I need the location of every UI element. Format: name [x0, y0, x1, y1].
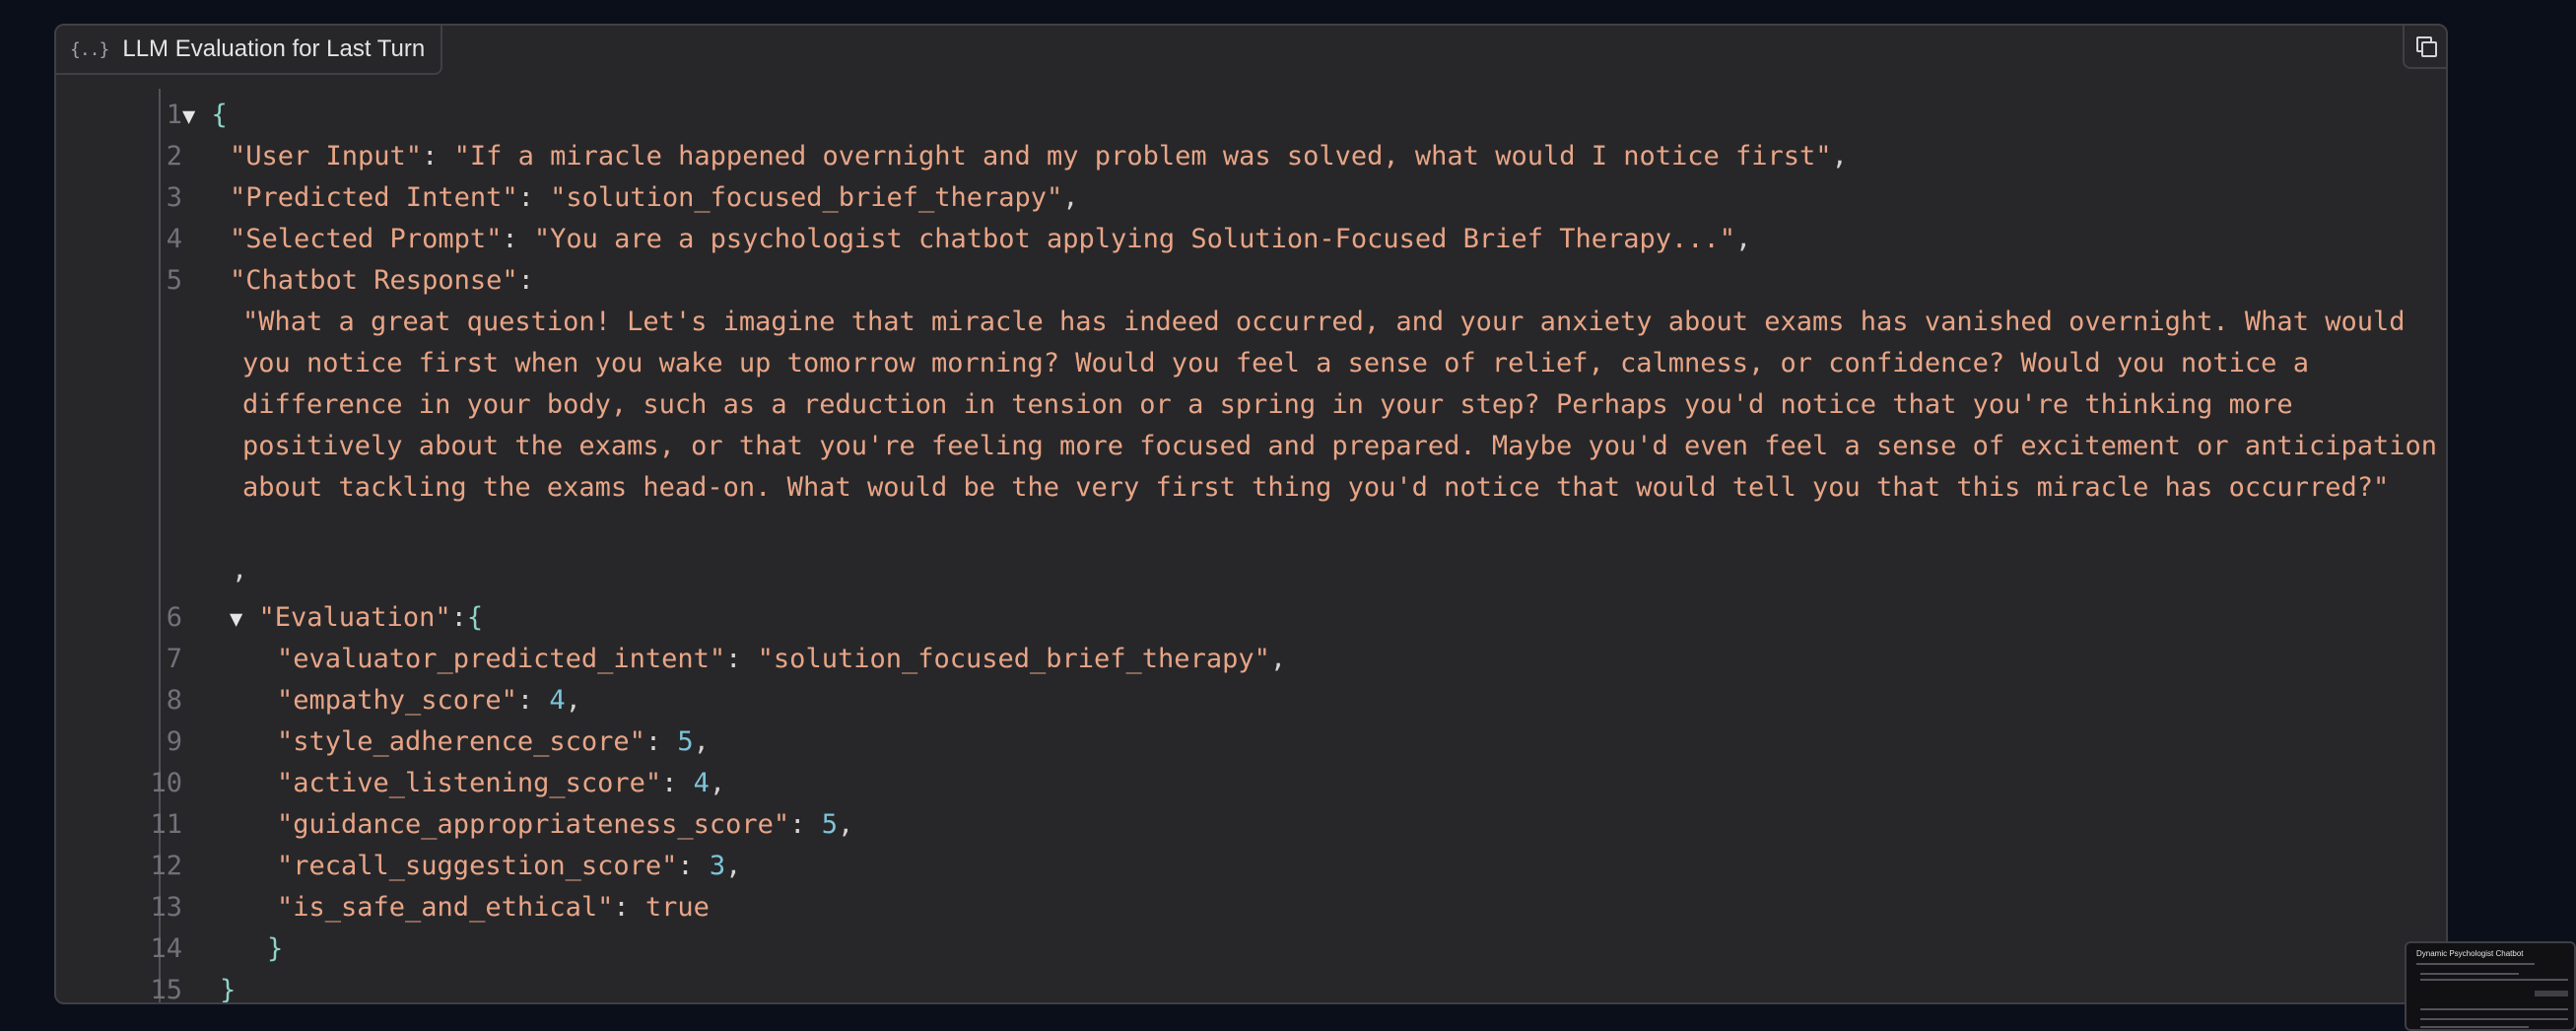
json-key: "Selected Prompt"	[230, 224, 503, 254]
json-string-value: "You are a psychologist chatbot applying…	[533, 224, 1736, 254]
root-close-brace: }	[220, 975, 237, 1004]
evaluation-entry: "guidance_appropriateness_score": 5,	[277, 809, 854, 840]
json-output-panel: {..} LLM Evaluation for Last Turn 1 2 3 …	[54, 24, 2448, 1004]
json-key: "is_safe_and_ethical"	[277, 892, 614, 923]
panel-label-text: LLM Evaluation for Last Turn	[122, 35, 426, 62]
evaluation-entry: "style_adherence_score": 5,	[277, 726, 710, 757]
trailing-comma: ,	[232, 555, 248, 585]
json-key: "empathy_score"	[277, 685, 517, 716]
line-number: 2	[166, 141, 182, 172]
line-number: 8	[166, 685, 182, 716]
line-number: 7	[166, 644, 182, 674]
json-root-open: ▼ {	[182, 95, 228, 138]
chatbot-response-key-line: "Chatbot Response":	[230, 265, 534, 296]
thumbnail-title: Dynamic Psychologist Chatbot	[2416, 949, 2524, 958]
json-boolean-value: true	[644, 892, 710, 923]
evaluation-entry: "recall_suggestion_score": 3,	[277, 851, 742, 881]
json-key: "User Input"	[230, 141, 423, 172]
selected-prompt-line: "Selected Prompt": "You are a psychologi…	[230, 224, 1752, 254]
line-number: 1	[166, 100, 182, 130]
line-number: 4	[166, 224, 182, 254]
json-number-value: 5	[677, 726, 694, 757]
json-key: "evaluator_predicted_intent"	[277, 644, 726, 674]
json-key: "Chatbot Response"	[230, 265, 518, 296]
json-key: "guidance_appropriateness_score"	[277, 809, 790, 840]
line-number: 11	[150, 809, 182, 840]
thumbnail-line	[2420, 979, 2568, 981]
line-number: 3	[166, 182, 182, 213]
predicted-intent-line: "Predicted Intent": "solution_focused_br…	[230, 182, 1079, 213]
line-number: 12	[150, 851, 182, 881]
collapse-toggle-root[interactable]: ▼	[182, 104, 195, 129]
copy-icon-front	[2421, 41, 2437, 57]
user-input-line: "User Input": "If a miracle happened ove…	[230, 141, 1848, 172]
open-brace: {	[211, 100, 228, 130]
panel-label: {..} LLM Evaluation for Last Turn	[56, 26, 443, 75]
thumbnail-button	[2535, 991, 2568, 997]
json-key: "Predicted Intent"	[230, 182, 518, 213]
json-key: "recall_suggestion_score"	[277, 851, 678, 881]
line-number: 6	[166, 602, 182, 633]
line-number: 13	[150, 892, 182, 923]
evaluation-close-brace: }	[267, 933, 284, 964]
thumbnail-line	[2420, 1008, 2568, 1010]
chatbot-response-value: "What a great question! Let's imagine th…	[242, 307, 2437, 503]
evaluation-entry: "evaluator_predicted_intent": "solution_…	[277, 644, 1287, 674]
copy-button[interactable]	[2403, 26, 2446, 69]
line-number: 15	[150, 975, 182, 1004]
json-icon: {..}	[70, 38, 109, 60]
line-number: 14	[150, 933, 182, 964]
open-brace: {	[466, 602, 484, 633]
json-string-value: "solution_focused_brief_therapy"	[757, 644, 1270, 674]
line-number: 5	[166, 265, 182, 296]
thumbnail-line	[2416, 963, 2535, 965]
thumbnail-line	[2420, 1018, 2568, 1020]
evaluation-entry: "empathy_score": 4,	[277, 685, 581, 716]
evaluation-open-line: ▼ "Evaluation":{	[230, 602, 484, 633]
evaluation-entry: "is_safe_and_ethical": true	[277, 892, 710, 923]
json-number-value: 4	[549, 685, 566, 716]
thumbnail-line	[2420, 973, 2519, 975]
line-number: 9	[166, 726, 182, 757]
json-number-value: 4	[693, 768, 710, 798]
json-number-value: 3	[709, 851, 726, 881]
line-number: 10	[150, 768, 182, 798]
json-string-value: "solution_focused_brief_therapy"	[550, 182, 1063, 213]
json-key: "Evaluation"	[258, 602, 451, 633]
evaluation-entry: "active_listening_score": 4,	[277, 768, 726, 798]
collapse-toggle-evaluation[interactable]: ▼	[230, 607, 242, 632]
thumbnail-line	[2420, 1026, 2529, 1028]
json-key: "style_adherence_score"	[277, 726, 645, 757]
json-key: "active_listening_score"	[277, 768, 662, 798]
json-number-value: 5	[821, 809, 838, 840]
page-thumbnail[interactable]: Dynamic Psychologist Chatbot	[2405, 941, 2576, 1031]
json-string-value: "If a miracle happened overnight and my …	[453, 141, 1832, 172]
